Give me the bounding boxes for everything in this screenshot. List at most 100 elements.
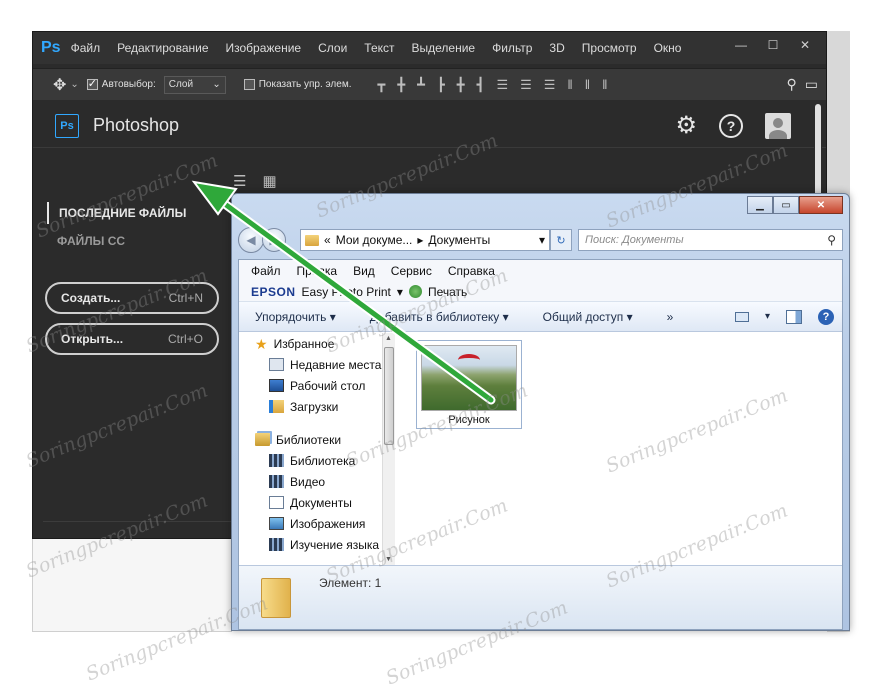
ps-menu-layers[interactable]: Слои [318, 41, 347, 55]
align-hcenter-icon[interactable]: ╋ [457, 77, 465, 93]
print-icon [408, 285, 422, 298]
tree-item-library[interactable]: Библиотека [239, 450, 392, 471]
open-button[interactable]: Открыть... Ctrl+O [45, 323, 219, 355]
organize-button[interactable]: Упорядочить ▾ [255, 310, 336, 324]
scroll-thumb[interactable] [815, 104, 821, 204]
align-left-icon[interactable]: ┣ [437, 77, 445, 93]
help-icon[interactable]: ? [818, 308, 834, 325]
scroll-thumb[interactable] [384, 347, 394, 445]
add-to-library-button[interactable]: Добавить в библиотеку ▾ [370, 310, 509, 324]
distribute-right-icon[interactable]: ‖ [602, 77, 607, 93]
gear-icon[interactable]: ⚙ [675, 113, 697, 138]
maximize-button[interactable]: ☐ [758, 36, 788, 54]
move-tool-icon[interactable]: ✥ [53, 75, 66, 95]
menu-edit[interactable]: Правка [297, 264, 338, 278]
ps-menu-text[interactable]: Текст [364, 41, 394, 55]
list-view-icon[interactable]: ☰ [233, 172, 246, 190]
chevron-down-icon[interactable]: ▾ [539, 233, 545, 247]
tree-label: Библиотека [290, 453, 356, 468]
easy-photo-print-button[interactable]: Easy Photo Print [302, 285, 391, 299]
maximize-button[interactable]: ▭ [773, 196, 799, 214]
distribute-bottom-icon[interactable]: ☰ [544, 77, 556, 93]
show-controls-checkbox[interactable] [243, 79, 255, 90]
tree-scrollbar[interactable]: ▲ ▼ [382, 333, 395, 565]
tree-label: Недавние места [290, 357, 382, 372]
create-button[interactable]: Создать... Ctrl+N [45, 282, 219, 314]
tree-item-language[interactable]: Изучение языка [239, 534, 392, 555]
chevron-down-icon[interactable]: ⌄ [70, 79, 78, 90]
refresh-button[interactable]: ↻ [550, 229, 572, 251]
align-top-icon[interactable]: ┳ [377, 77, 385, 93]
distribute-left-icon[interactable]: ‖ [567, 77, 572, 93]
tree-item-libraries[interactable]: Библиотеки [239, 429, 392, 450]
tree-item-recent[interactable]: Недавние места [239, 354, 392, 375]
tree-item-desktop[interactable]: Рабочий стол [239, 375, 392, 396]
background-strip [32, 539, 232, 632]
ps-menu-filter[interactable]: Фильтр [492, 41, 532, 55]
close-button[interactable]: ✕ [790, 36, 820, 54]
details-pane: Элемент: 1 [239, 565, 842, 629]
menu-tools[interactable]: Сервис [391, 264, 432, 278]
nav-recent-files[interactable]: ПОСЛЕДНИЕ ФАЙЛЫ [47, 202, 186, 224]
tree-item-downloads[interactable]: Загрузки [239, 396, 392, 417]
tree-item-favorites[interactable]: ★ Избранное [239, 333, 392, 354]
distribute-vcenter-icon[interactable]: ☰ [520, 77, 532, 93]
star-icon: ★ [255, 336, 268, 352]
workspace-icon[interactable]: ▭ [805, 76, 818, 93]
align-bottom-icon[interactable]: ┻ [417, 77, 425, 93]
folder-icon [305, 234, 319, 246]
tree-item-documents[interactable]: Документы [239, 492, 392, 513]
share-button[interactable]: Общий доступ ▾ [543, 310, 633, 324]
chevron-down-icon[interactable]: ▾ [397, 285, 403, 299]
chevron-down-icon[interactable]: ▾ [765, 311, 770, 322]
distribute-top-icon[interactable]: ☰ [496, 77, 508, 93]
menu-help[interactable]: Справка [448, 264, 495, 278]
autoselect-dropdown[interactable]: Слой ⌄ [163, 75, 226, 94]
preview-pane-icon[interactable] [786, 309, 802, 324]
ps-menu-select[interactable]: Выделение [412, 41, 476, 55]
nav-cc-files[interactable]: ФАЙЛЫ CC [47, 230, 186, 252]
scroll-up-icon[interactable]: ▲ [385, 335, 392, 342]
tree-item-images[interactable]: Изображения [239, 513, 392, 534]
autoselect-label: Автовыбор: [101, 79, 156, 90]
avatar[interactable] [765, 112, 791, 139]
change-view-icon[interactable] [734, 311, 749, 322]
address-segment-documents[interactable]: Документы [428, 233, 490, 247]
minimize-button[interactable]: — [726, 36, 756, 54]
print-button[interactable]: Печать [428, 285, 467, 299]
menu-view[interactable]: Вид [353, 264, 375, 278]
address-bar[interactable]: « Мои докуме... ▸ Документы ▾ [300, 229, 550, 251]
tree-label: Документы [290, 495, 352, 510]
align-right-icon[interactable]: ┫ [477, 77, 485, 93]
ps-menu-3d[interactable]: 3D [549, 41, 564, 55]
close-button[interactable]: ✕ [799, 196, 843, 214]
tree-item-video[interactable]: Видео [239, 471, 392, 492]
navigation-tree: ★ Избранное Недавние места Рабочий стол … [239, 333, 392, 565]
ps-menu-image[interactable]: Изображение [226, 41, 302, 55]
file-name: Рисунок [448, 414, 490, 426]
search-icon[interactable]: ⚲ [827, 233, 836, 247]
ps-menu-view[interactable]: Просмотр [582, 41, 637, 55]
scroll-down-icon[interactable]: ▼ [385, 556, 392, 563]
distribute-hcenter-icon[interactable]: ‖ [585, 77, 590, 93]
search-icon[interactable]: ⚲ [787, 76, 797, 93]
explorer-command-bar: Упорядочить ▾ Добавить в библиотеку ▾ Об… [239, 302, 842, 332]
address-prefix: « [324, 233, 331, 247]
back-button[interactable]: ◀ [238, 227, 264, 253]
ps-menu-file[interactable]: Файл [71, 41, 101, 55]
forward-button[interactable]: ▶ [262, 228, 286, 252]
images-icon [269, 517, 284, 530]
file-item[interactable]: Рисунок [416, 340, 522, 429]
help-icon[interactable]: ? [719, 113, 743, 138]
search-input[interactable]: Поиск: Документы ⚲ [578, 229, 843, 251]
ps-home-actions: ⚙ ? [675, 112, 791, 139]
menu-file[interactable]: Файл [251, 264, 281, 278]
align-vcenter-icon[interactable]: ╋ [397, 77, 405, 93]
more-commands-button[interactable]: » [667, 310, 674, 324]
autoselect-checkbox[interactable] [86, 77, 98, 90]
ps-menu-edit[interactable]: Редактирование [117, 41, 208, 55]
grid-view-icon[interactable]: ▦ [262, 172, 276, 190]
address-segment-mydocs[interactable]: Мои докуме... [336, 233, 413, 247]
minimize-button[interactable]: ▁ [747, 196, 773, 214]
ps-menu-window[interactable]: Окно [654, 41, 682, 55]
